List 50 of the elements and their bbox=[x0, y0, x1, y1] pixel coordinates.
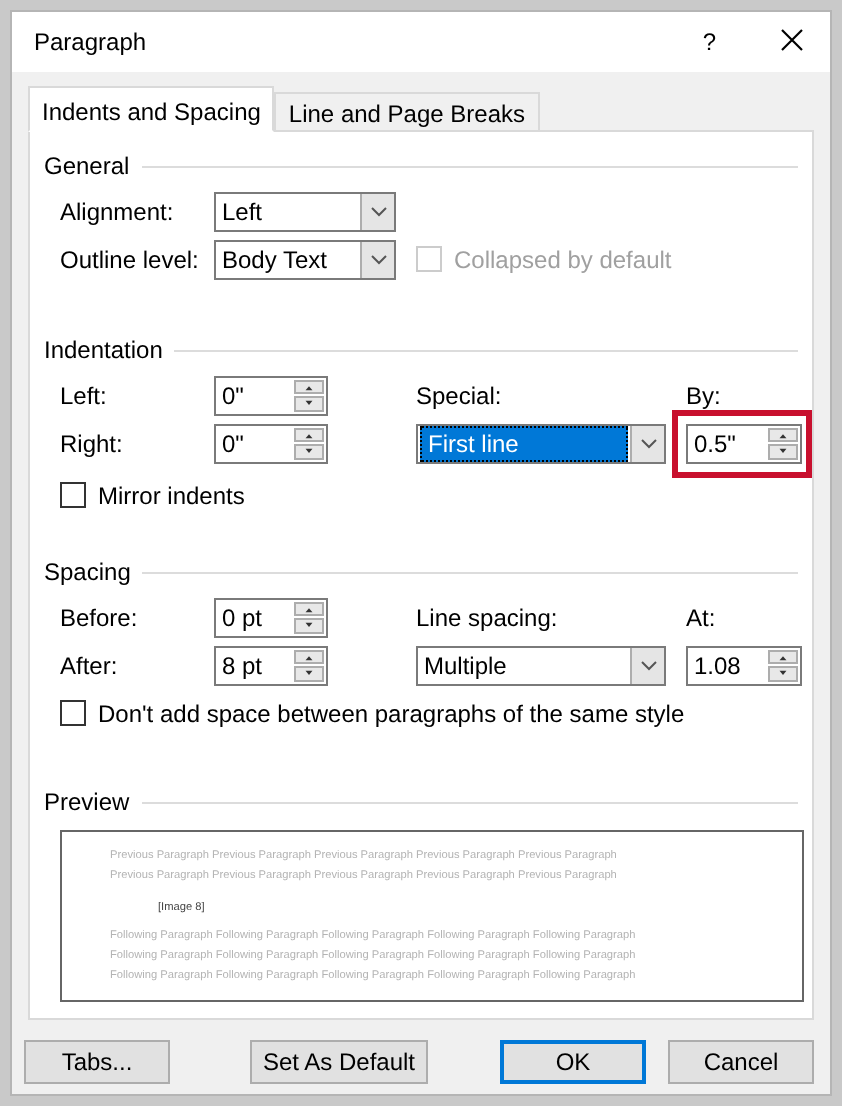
dropdown-field[interactable]: Left bbox=[214, 191, 396, 231]
field-label: By: bbox=[686, 381, 723, 409]
spin-down-icon[interactable] bbox=[294, 444, 324, 459]
checkbox-label: Mirror indents bbox=[98, 481, 245, 509]
spin-field[interactable]: 0" bbox=[214, 375, 328, 415]
dialog-button[interactable]: Cancel bbox=[668, 1040, 814, 1084]
spin-up-icon[interactable] bbox=[768, 649, 798, 664]
dropdown-field[interactable]: First line bbox=[416, 423, 666, 463]
spin-down-icon[interactable] bbox=[294, 666, 324, 681]
checkbox-label: Collapsed by default bbox=[454, 245, 672, 273]
help-button[interactable]: ? bbox=[702, 28, 716, 56]
field-label: Special: bbox=[416, 381, 504, 409]
field-label: Line spacing: bbox=[416, 603, 560, 631]
spin-down-icon[interactable] bbox=[294, 618, 324, 633]
field-label: Right: bbox=[60, 429, 125, 457]
tab[interactable]: Line and Page Breaks bbox=[274, 92, 540, 132]
checkbox[interactable] bbox=[60, 700, 86, 726]
field-label: Left: bbox=[60, 381, 109, 409]
spin-down-icon[interactable] bbox=[768, 666, 798, 681]
field-label: Outline level: bbox=[60, 245, 201, 273]
checkbox-label: Don't add space between paragraphs of the same style bbox=[98, 699, 685, 727]
spin-field[interactable]: 0" bbox=[214, 423, 328, 463]
spin-field[interactable]: 0.5" bbox=[686, 423, 802, 463]
dropdown-field[interactable]: Body Text bbox=[214, 239, 396, 279]
section-heading: Spacing bbox=[44, 558, 131, 586]
field-label: At: bbox=[686, 603, 718, 631]
spin-field[interactable]: 1.08 bbox=[686, 645, 802, 685]
checkbox[interactable] bbox=[60, 482, 86, 508]
tab[interactable]: Indents and Spacing bbox=[28, 86, 275, 132]
dialog-button[interactable]: OK bbox=[500, 1040, 646, 1084]
spin-field[interactable]: 8 pt bbox=[214, 645, 328, 685]
spin-up-icon[interactable] bbox=[768, 427, 798, 442]
spin-down-icon[interactable] bbox=[294, 396, 324, 411]
dialog-button[interactable]: Tabs... bbox=[24, 1040, 170, 1084]
window-title: Paragraph bbox=[34, 28, 149, 56]
section-heading: General bbox=[44, 152, 130, 180]
spin-field[interactable]: 0 pt bbox=[214, 597, 328, 637]
dropdown-field[interactable]: Multiple bbox=[416, 645, 666, 685]
spin-up-icon[interactable] bbox=[294, 427, 324, 442]
spin-up-icon[interactable] bbox=[294, 649, 324, 664]
field-label: Alignment: bbox=[60, 197, 176, 225]
section-heading: Preview bbox=[44, 788, 130, 816]
dialog-button[interactable]: Set As Default bbox=[250, 1040, 428, 1084]
spin-up-icon[interactable] bbox=[294, 379, 324, 394]
close-icon[interactable] bbox=[780, 27, 804, 51]
spin-down-icon[interactable] bbox=[768, 444, 798, 459]
field-label: Before: bbox=[60, 603, 140, 631]
section-heading: Indentation bbox=[44, 336, 163, 364]
field-label: After: bbox=[60, 651, 120, 679]
spin-up-icon[interactable] bbox=[294, 601, 324, 616]
